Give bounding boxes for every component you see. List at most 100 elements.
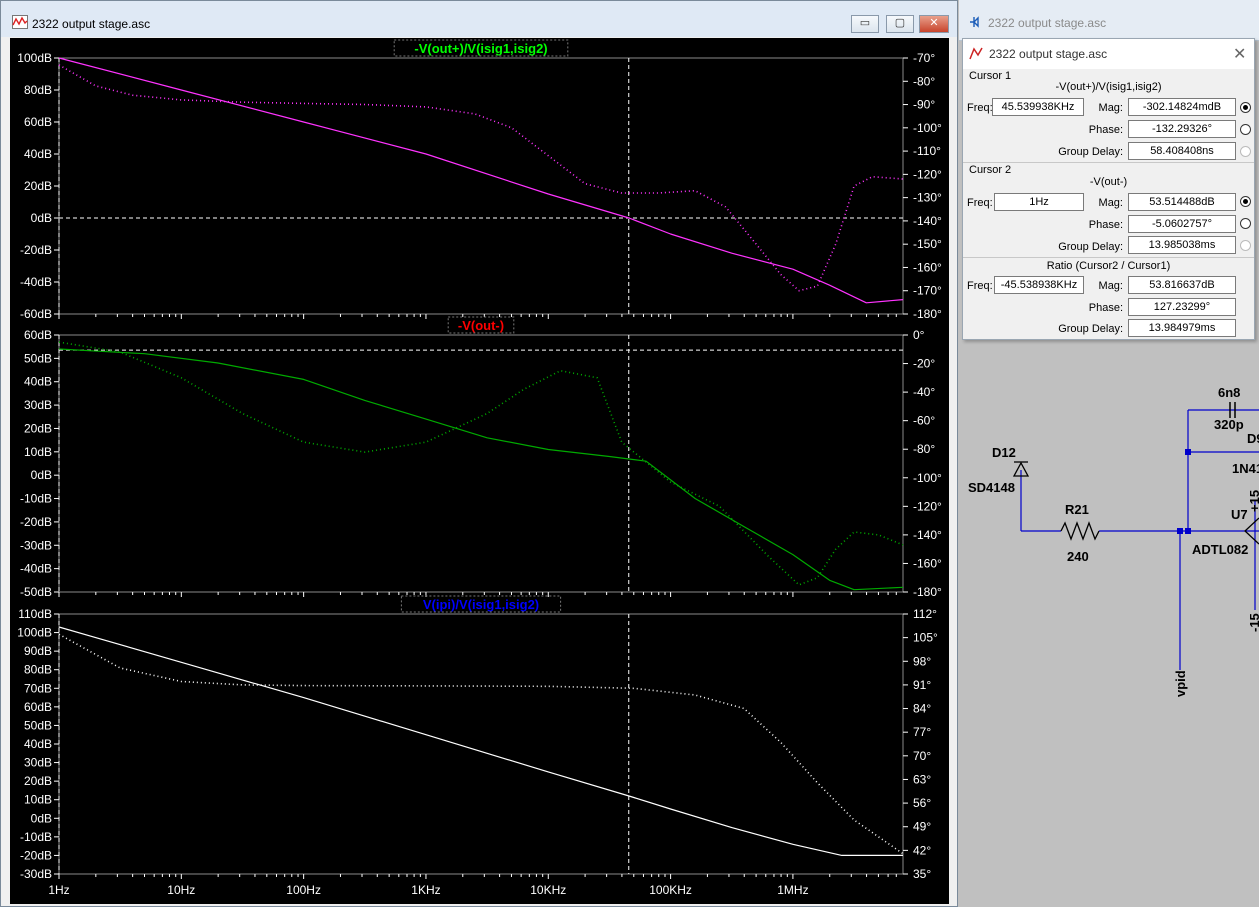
close-button[interactable]: ✕ [919,15,949,33]
left-tick-label: -40dB [20,275,52,289]
x-tick-label: 1Hz [48,883,69,897]
cursor2-freq-field[interactable]: 1Hz [994,193,1084,211]
right-tick-label: -180° [913,585,942,599]
cursor1-gd-radio[interactable] [1240,146,1251,157]
ratio-gd-field: 13.984979ms [1128,319,1236,337]
right-tick-label: -40° [913,385,935,399]
x-tick-label: 1MHz [777,883,808,897]
panel-title: -V(out-) [458,318,504,333]
left-tick-label: 0dB [31,811,52,825]
cursor2-phase-radio[interactable] [1240,218,1251,229]
plot-titlebar: 2322 output stage.asc ▭ ▢ ✕ [1,1,957,37]
right-tick-label: -140° [913,528,942,542]
bode-panel-3: 110dB 100dB 90dB 80dB 70dB 60dB 50dB 40dB 30dB 20… [17,595,938,897]
cursor-probe-icon [969,47,983,60]
cursor2-freq-label: Freq: [967,197,993,209]
cursor1-freq-field[interactable]: 45.539938KHz [992,98,1084,116]
right-tick-label: 70° [913,749,931,763]
left-tick-label: 110dB [18,607,52,621]
right-tick-label: 63° [913,772,931,786]
trace-phase [58,341,904,586]
right-tick-label: 84° [913,702,931,716]
right-tick-label: 49° [913,820,931,834]
left-tick-label: 40dB [24,375,52,389]
minimize-button[interactable]: ▭ [851,15,879,33]
left-tick-label: -10dB [20,830,52,844]
right-tick-label: -160° [913,260,942,274]
waveform-icon [12,15,28,29]
ratio-phase-field: 127.23299° [1128,298,1236,316]
right-tick-label: -180° [913,307,942,321]
left-tick-label: 30dB [24,756,52,770]
separator [963,257,1254,258]
left-tick-label: -40dB [20,562,52,576]
cursor1-phase-label: Phase: [1088,124,1123,136]
left-tick-label: 40dB [24,147,52,161]
left-tick-label: -10dB [20,492,52,506]
cursor1-trace: -V(out+)/V(isig1,isig2) [1055,81,1162,93]
cursor-readout-dialog: 2322 output stage.asc ✕ Cursor 1 -V(out+… [962,38,1255,340]
right-tick-label: -90° [913,98,935,112]
trace-magnitude [58,626,903,857]
left-tick-label: 80dB [24,83,52,97]
bode-panel-2: 60dB 50dB 40dB 30dB 20dB 10dB 0dB -10dB -20dB -30… [20,316,942,599]
right-tick-label: 98° [913,654,931,668]
cursor1-mag-radio[interactable] [1240,102,1251,113]
left-tick-label: 20dB [24,774,52,788]
left-tick-label: 100dB [17,51,52,65]
left-tick-label: 90dB [24,644,52,658]
cursor2-mag-label: Mag: [1098,197,1123,209]
x-tick-label: 10KHz [530,883,566,897]
ratio-gd-label: Group Delay: [1058,323,1123,335]
left-tick-label: 20dB [24,421,52,435]
x-tick-label: 100KHz [649,883,692,897]
cursor2-header: Cursor 2 [969,164,1012,176]
close-icon[interactable]: ✕ [1233,44,1246,64]
trace-magnitude [58,348,904,591]
left-tick-label: 70dB [24,681,52,695]
right-tick-label: -100° [913,471,942,485]
cursor2-gd-radio[interactable] [1240,240,1251,251]
cursor2-gd-field: 13.985038ms [1128,236,1236,254]
cursor2-phase-label: Phase: [1088,219,1123,231]
right-tick-label: 77° [913,725,931,739]
cursor1-gd-field: 58.408408ns [1128,142,1236,160]
plot-window: 2322 output stage.asc ▭ ▢ ✕ 100dB 80dB 60d… [0,0,958,907]
right-tick-label: -160° [913,556,942,570]
ratio-mag-label: Mag: [1098,280,1123,292]
cursor-dialog-titlebar: 2322 output stage.asc ✕ [963,39,1254,69]
bode-plots[interactable]: 100dB 80dB 60dB 40dB 20dB 0dB -20dB -40dB -60dB -… [10,38,949,904]
maximize-button[interactable]: ▢ [886,15,914,33]
left-tick-label: -30dB [20,867,52,881]
right-tick-label: -80° [913,74,935,88]
left-tick-label: 10dB [24,445,52,459]
waveform-plot-area[interactable]: 100dB 80dB 60dB 40dB 20dB 0dB -20dB -40dB -60dB -… [10,38,949,904]
left-tick-label: 100dB [17,626,52,640]
right-tick-label: -100° [913,121,942,135]
left-tick-label: 80dB [24,663,52,677]
left-tick-label: -50dB [20,585,52,599]
left-tick-label: 0dB [31,211,52,225]
cursor1-phase-radio[interactable] [1240,124,1251,135]
left-tick-label: -20dB [20,848,52,862]
left-tick-label: 60dB [24,115,52,129]
cursor2-mag-radio[interactable] [1240,196,1251,207]
right-tick-label: 35° [913,867,931,881]
ratio-freq-label: Freq: [967,280,993,292]
left-tick-label: 50dB [24,351,52,365]
cursor-dialog-title: 2322 output stage.asc [989,47,1108,61]
ratio-header: Ratio (Cursor2 / Cursor1) [1046,260,1171,272]
schematic-window-title: 2322 output stage.asc [988,16,1107,30]
left-tick-label: 20dB [24,179,52,193]
plot-window-title: 2322 output stage.asc [32,17,151,31]
ratio-phase-label: Phase: [1088,302,1123,314]
cursor1-gd-label: Group Delay: [1058,146,1123,158]
plot-frame [58,613,904,875]
right-tick-label: -70° [913,51,935,65]
right-tick-label: -110° [913,144,941,158]
right-tick-label: 112° [913,607,937,621]
cursor2-trace: -V(out-) [1089,176,1128,188]
x-tick-label: 10Hz [167,883,195,897]
left-tick-label: -30dB [20,538,52,552]
right-tick-label: -150° [913,237,942,251]
